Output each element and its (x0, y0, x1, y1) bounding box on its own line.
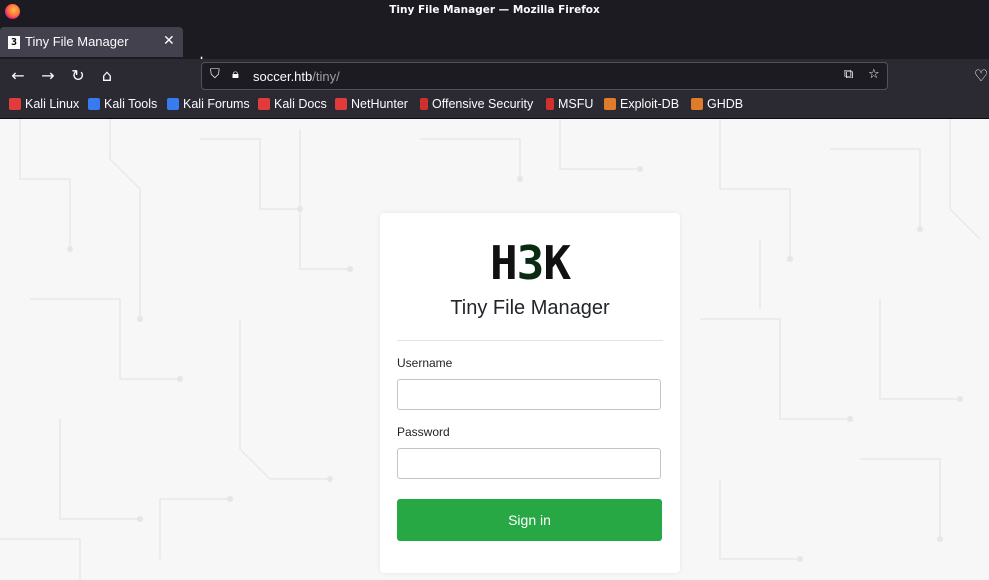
forward-icon[interactable]: → (37, 65, 59, 87)
url-path: /tiny/ (312, 69, 340, 84)
kali-docs-icon (258, 98, 270, 110)
nethunter-icon (335, 98, 347, 110)
offensive-security-icon (420, 98, 428, 110)
home-icon[interactable]: ⌂ (96, 65, 118, 87)
bookmark-nethunter[interactable]: NetHunter (335, 97, 408, 115)
logo-part: 3 (516, 236, 545, 290)
bookmark-label: Kali Forums (183, 97, 250, 111)
divider (397, 340, 663, 341)
bookmark-offensive-security[interactable]: Offensive Security (420, 97, 533, 115)
password-label: Password (397, 425, 450, 439)
tab-tiny-file-manager[interactable]: 3 Tiny File Manager ✕ (0, 27, 183, 57)
logo-part: H (489, 236, 518, 290)
url-text[interactable]: soccer.htb/tiny/ (253, 69, 340, 84)
h3k-logo: H3K (380, 235, 680, 291)
bookmark-kali-docs[interactable]: Kali Docs (258, 97, 327, 115)
logo-part: K (543, 236, 571, 290)
login-card: H3K Tiny File Manager Username Password … (380, 213, 680, 573)
reload-icon[interactable]: ↻ (67, 65, 89, 87)
bookmark-kali-forums[interactable]: Kali Forums (167, 97, 250, 115)
sign-in-button[interactable]: Sign in (397, 499, 662, 541)
page-content: H3K Tiny File Manager Username Password … (0, 119, 989, 580)
bookmark-label: MSFU (558, 97, 594, 111)
kali-tools-icon (88, 98, 100, 110)
kali-forums-icon (167, 98, 179, 110)
bookmark-exploit-db[interactable]: Exploit-DB (604, 97, 679, 115)
bookmark-label: Kali Tools (104, 97, 158, 111)
bookmark-msfu[interactable]: MSFU (546, 97, 593, 115)
msfu-icon (546, 98, 554, 110)
back-icon[interactable]: ← (7, 65, 29, 87)
lock-icon[interactable]: 🔒︎ (232, 67, 239, 82)
translate-icon[interactable]: ⧉ (844, 67, 853, 82)
tab-strip: 3 Tiny File Manager ✕ + (0, 24, 989, 72)
bookmark-label: Kali Docs (274, 97, 327, 111)
tab-label: Tiny File Manager (25, 34, 129, 49)
bookmark-ghdb[interactable]: GHDB (691, 97, 743, 115)
shield-icon[interactable]: ⛉ (210, 67, 220, 82)
bookmark-kali-tools[interactable]: Kali Tools (88, 97, 157, 115)
username-input[interactable] (397, 379, 661, 410)
window-titlebar: Tiny File Manager — Mozilla Firefox (0, 0, 989, 24)
close-tab-icon[interactable]: ✕ (163, 33, 175, 49)
exploit-db-icon (604, 98, 616, 110)
username-label: Username (397, 356, 453, 370)
tab-favicon-icon: 3 (8, 36, 20, 49)
bookmark-label: Exploit-DB (620, 97, 680, 111)
navigation-toolbar: ← → ↻ ⌂ ⛉ 🔒︎ soccer.htb/tiny/ ⧉ ☆ ♡ (0, 59, 989, 94)
bookmark-label: Kali Linux (25, 97, 80, 111)
bookmark-label: NetHunter (351, 97, 408, 111)
url-bar[interactable]: ⛉ 🔒︎ soccer.htb/tiny/ ⧉ ☆ (201, 62, 888, 90)
ghdb-icon (691, 98, 703, 110)
bookmarks-toolbar: Kali Linux Kali Tools Kali Forums Kali D… (0, 94, 989, 119)
url-host: soccer.htb (253, 69, 313, 84)
pocket-icon[interactable]: ♡ (970, 65, 989, 87)
window-title: Tiny File Manager — Mozilla Firefox (389, 4, 600, 16)
star-icon[interactable]: ☆ (868, 67, 880, 82)
bookmark-label: GHDB (707, 97, 744, 111)
bookmark-label: Offensive Security (432, 97, 534, 111)
kali-linux-icon (9, 98, 21, 110)
password-input[interactable] (397, 448, 661, 479)
bookmark-kali-linux[interactable]: Kali Linux (9, 97, 79, 115)
app-title: Tiny File Manager (450, 297, 610, 319)
